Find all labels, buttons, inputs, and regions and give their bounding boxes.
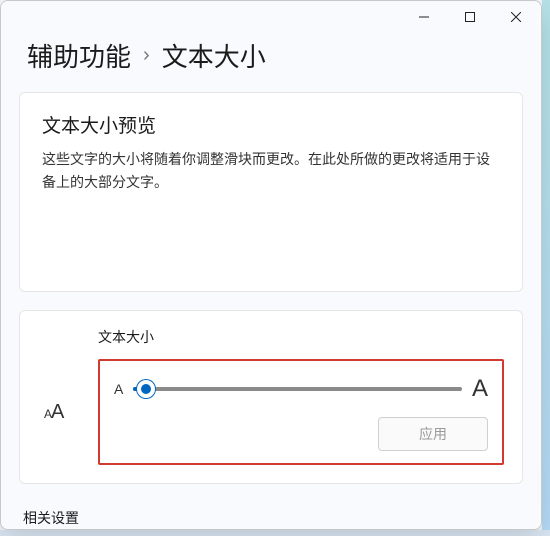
- titlebar: [1, 1, 541, 33]
- minimize-button[interactable]: [401, 2, 447, 32]
- text-size-slider[interactable]: [133, 387, 462, 391]
- text-size-preview-card: 文本大小预览 这些文字的大小将随着你调整滑块而更改。在此处所做的更改将适用于设备…: [19, 92, 523, 292]
- slider-highlight-box: A A 应用: [98, 359, 504, 465]
- slider-thumb[interactable]: [137, 380, 155, 398]
- text-size-icon: AA: [38, 401, 98, 424]
- slider-max-label: A: [472, 375, 488, 403]
- related-settings-heading: 相关设置: [19, 502, 523, 529]
- slider-min-label: A: [114, 381, 123, 397]
- close-button[interactable]: [493, 2, 539, 32]
- settings-window: 辅助功能 › 文本大小 文本大小预览 这些文字的大小将随着你调整滑块而更改。在此…: [0, 0, 542, 530]
- breadcrumb-parent[interactable]: 辅助功能: [27, 37, 131, 74]
- maximize-button[interactable]: [447, 2, 493, 32]
- breadcrumb: 辅助功能 › 文本大小: [1, 33, 541, 92]
- breadcrumb-current: 文本大小: [162, 37, 266, 74]
- preview-body: 这些文字的大小将随着你调整滑块而更改。在此处所做的更改将适用于设备上的大部分文字…: [42, 148, 500, 194]
- apply-button[interactable]: 应用: [378, 417, 488, 451]
- slider-label: 文本大小: [38, 327, 504, 347]
- preview-heading: 文本大小预览: [42, 111, 500, 138]
- chevron-right-icon: ›: [141, 44, 152, 67]
- text-size-slider-card: 文本大小 AA A A 应用: [19, 310, 523, 484]
